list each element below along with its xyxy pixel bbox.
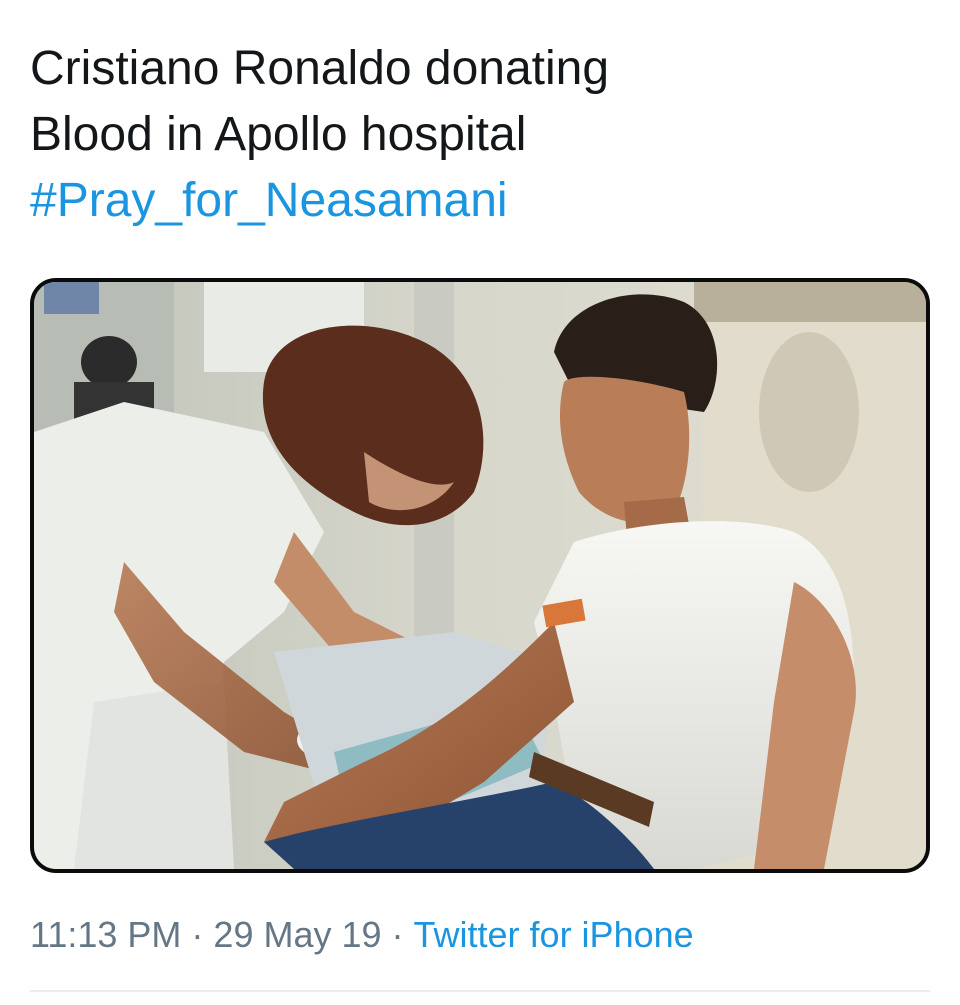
tweet-date[interactable]: 29 May 19 [213, 914, 381, 955]
photo-illustration [34, 282, 926, 869]
tweet-text-line-2: Blood in Apollo hospital [30, 108, 527, 161]
meta-separator-2: · [391, 914, 404, 955]
tweet-text-line-1: Cristiano Ronaldo donating [30, 42, 610, 95]
divider [30, 990, 930, 992]
tweet-source-link[interactable]: Twitter for iPhone [414, 914, 694, 955]
tweet-text: Cristiano Ronaldo donating Blood in Apol… [30, 36, 930, 234]
meta-separator: · [191, 914, 204, 955]
tweet-time[interactable]: 11:13 PM [30, 914, 181, 955]
tweet-meta: 11:13 PM · 29 May 19 · Twitter for iPhone [30, 910, 694, 960]
tweet-photo[interactable] [30, 278, 930, 873]
hashtag-link[interactable]: #Pray_for_Neasamani [30, 168, 930, 234]
